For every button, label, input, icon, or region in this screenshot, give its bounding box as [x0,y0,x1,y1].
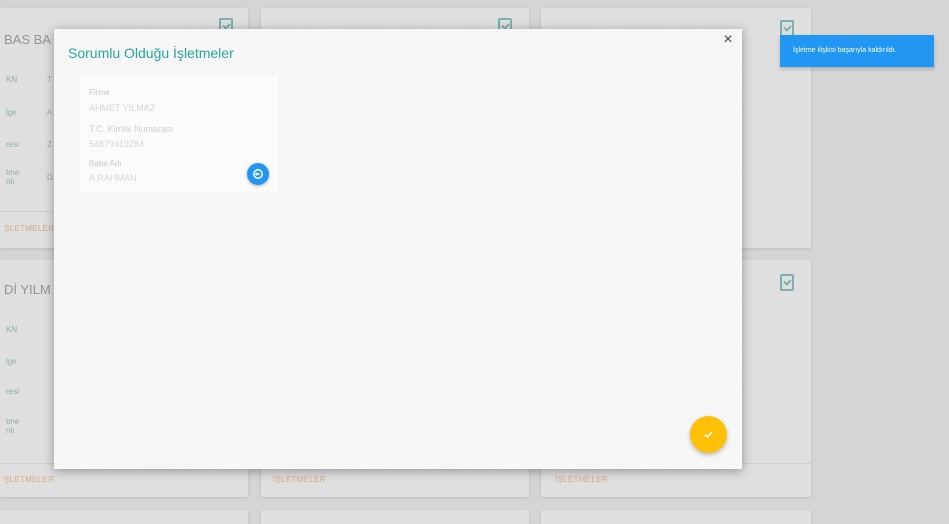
success-toast: İşletme ilişkisi başarıyla kaldırıldı. [780,35,934,67]
unlink-button[interactable] [247,163,269,185]
confirm-fab-button[interactable] [690,416,727,453]
modal-title: Sorumlu Olduğu İşletmeler [68,45,234,61]
firm-value: AHMET YILMAZ [89,103,156,113]
responsible-businesses-modal: Sorumlu Olduğu İşletmeler × Firma AHMET … [54,29,742,469]
close-button[interactable]: × [720,32,736,48]
father-name-label: Baba Adı [89,159,122,168]
father-name-value: A.RAHMAN [89,173,137,183]
firm-label: Firma [89,88,110,97]
tc-label: T.C. Kimlik Numarası [89,124,174,134]
tc-value: 54679419284 [89,139,145,149]
